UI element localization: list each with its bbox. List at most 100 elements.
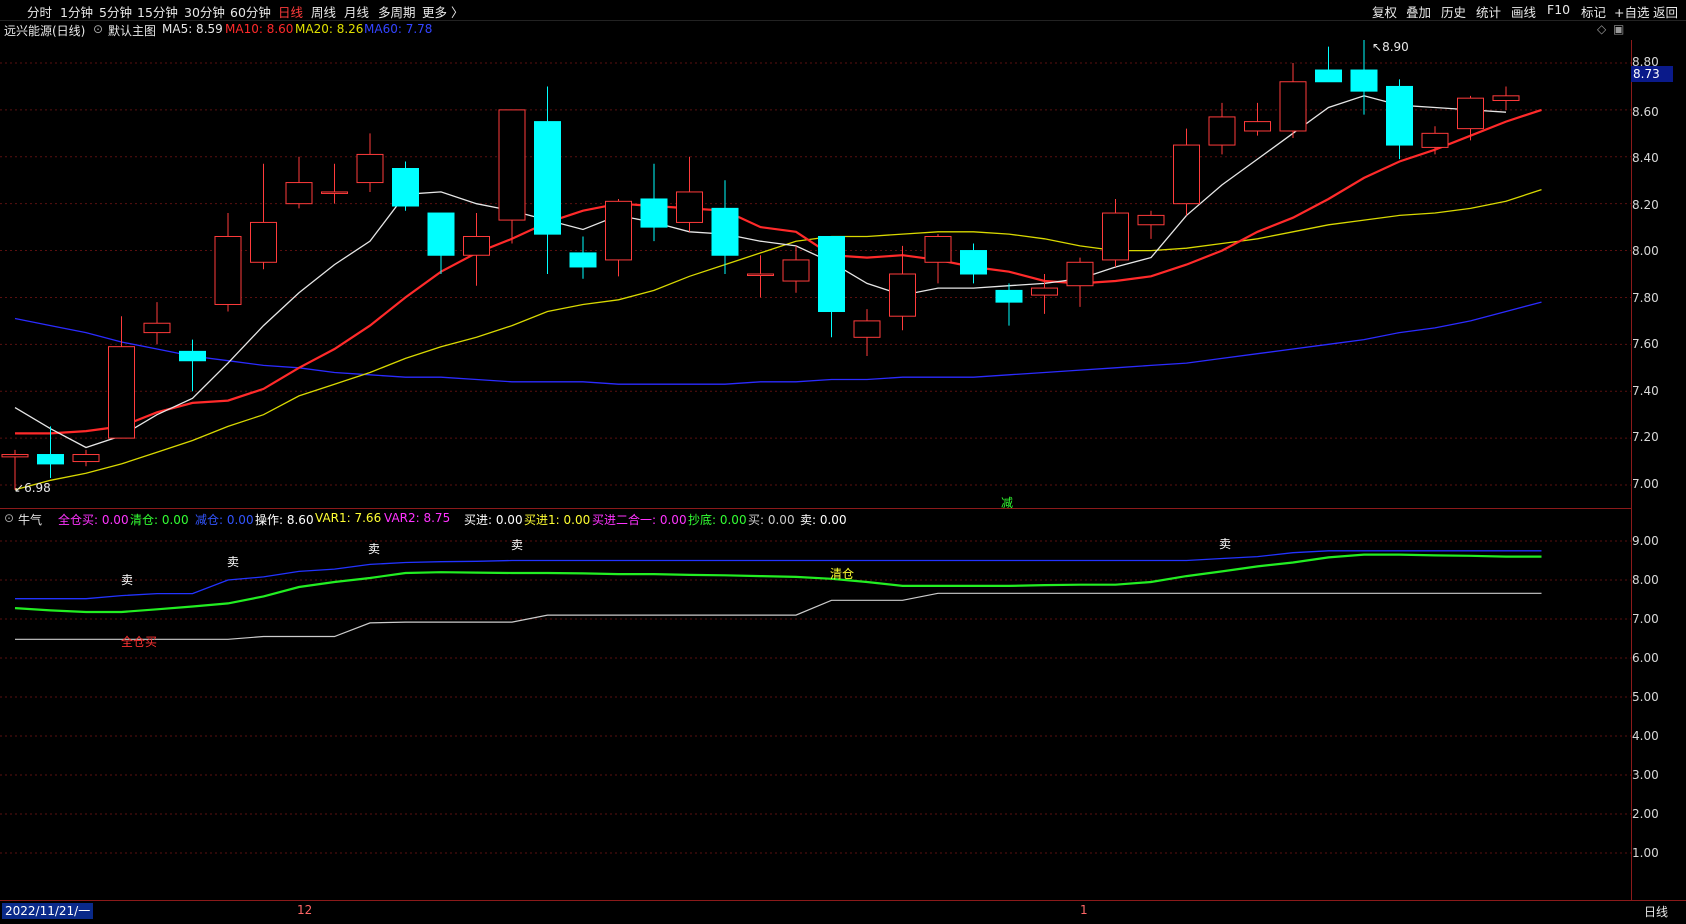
price-axis-label: 8.20 bbox=[1632, 198, 1659, 212]
candle bbox=[1457, 95, 1484, 141]
candle-body bbox=[782, 259, 810, 282]
back-button[interactable]: 返回 bbox=[1653, 2, 1678, 21]
history-button[interactable]: 历史 bbox=[1441, 2, 1466, 21]
candle bbox=[321, 163, 348, 204]
period-tab-multi[interactable]: 多周期 bbox=[378, 2, 416, 21]
indicator-lines bbox=[14, 550, 1542, 640]
candle-body bbox=[72, 454, 100, 463]
candle-body bbox=[1208, 116, 1236, 146]
ma20-value: MA20: 8.26 bbox=[295, 22, 364, 36]
collapse-icon[interactable]: ⊙ bbox=[93, 22, 103, 36]
price-axis-label: 7.60 bbox=[1632, 337, 1659, 351]
candle bbox=[356, 133, 384, 192]
period-tab-1min[interactable]: 1分钟 bbox=[60, 2, 93, 21]
indicator-var2-line bbox=[15, 550, 1542, 600]
candle bbox=[1173, 128, 1200, 216]
candle-body bbox=[498, 109, 526, 221]
indicator-chart[interactable] bbox=[0, 528, 1631, 900]
candle-body bbox=[427, 212, 455, 256]
period-tab-monthly[interactable]: 月线 bbox=[344, 2, 369, 21]
indicator-axis-label: 5.00 bbox=[1632, 690, 1659, 704]
candle bbox=[995, 283, 1023, 326]
mark-button[interactable]: 标记 bbox=[1581, 2, 1606, 21]
window-icon[interactable]: ▣ bbox=[1613, 22, 1624, 36]
top-toolbar: 分时 1分钟 5分钟 15分钟 30分钟 60分钟 日线 周线 月线 多周期 更… bbox=[0, 0, 1686, 21]
period-tab-15min[interactable]: 15分钟 bbox=[137, 2, 178, 21]
candle-body bbox=[1102, 212, 1129, 261]
candle-body bbox=[853, 320, 881, 338]
price-chart[interactable] bbox=[0, 40, 1631, 510]
clear-position-signal: 清仓 bbox=[830, 567, 855, 581]
draw-button[interactable]: 画线 bbox=[1511, 2, 1536, 21]
template-selector[interactable]: 默认主图 bbox=[108, 22, 156, 39]
sell-signal: 卖 bbox=[227, 555, 240, 569]
indicator-collapse-icon[interactable]: ⊙ bbox=[4, 511, 14, 525]
sell-signal: 卖 bbox=[121, 573, 134, 587]
candle-body bbox=[1031, 287, 1058, 296]
candle-body bbox=[321, 191, 348, 194]
candle-body bbox=[143, 322, 171, 334]
indicator-axis-label: 6.00 bbox=[1632, 651, 1659, 665]
indicator-axis-label: 2.00 bbox=[1632, 807, 1659, 821]
main-info-bar: 远兴能源(日线) ⊙ 默认主图 MA5: 8.59 MA10: 8.60 MA2… bbox=[0, 21, 1624, 39]
period-tab-daily[interactable]: 日线 bbox=[278, 2, 303, 21]
period-tab-fenshi[interactable]: 分时 bbox=[27, 2, 52, 21]
price-axis-label: 7.80 bbox=[1632, 291, 1659, 305]
sell-signal: 卖 bbox=[368, 542, 381, 556]
candle-body bbox=[534, 121, 561, 235]
indicator-axis-label: 9.00 bbox=[1632, 534, 1659, 548]
candle-body bbox=[960, 250, 987, 275]
ma20-line bbox=[14, 188, 1542, 491]
candle-body bbox=[1279, 81, 1307, 132]
indicator-axis-label: 7.00 bbox=[1632, 612, 1659, 626]
candle bbox=[818, 235, 845, 338]
candle bbox=[782, 245, 810, 293]
candle-body bbox=[1066, 261, 1094, 287]
candle-body bbox=[1492, 95, 1520, 102]
candle-body bbox=[995, 289, 1023, 303]
indicator-axis-label: 8.00 bbox=[1632, 573, 1659, 587]
date-label-jan: 1 bbox=[1080, 903, 1088, 917]
overlay-button[interactable]: 叠加 bbox=[1406, 2, 1431, 21]
more-menu[interactable]: 更多 〉 bbox=[422, 2, 463, 21]
f10-button[interactable]: F10 bbox=[1547, 2, 1570, 17]
add-watchlist-button[interactable]: +自选 bbox=[1614, 2, 1649, 21]
candle-body bbox=[285, 182, 313, 205]
stats-button[interactable]: 统计 bbox=[1476, 2, 1501, 21]
indicator-name[interactable]: 牛气 bbox=[18, 511, 42, 528]
ind-maijin-combined: 买进二合一: 0.00 bbox=[592, 513, 687, 527]
candle bbox=[1137, 210, 1165, 239]
candle-body bbox=[569, 252, 597, 268]
sell-signal: 卖 bbox=[511, 538, 524, 552]
candle bbox=[285, 156, 313, 209]
ind-sell: 卖: 0.00 bbox=[800, 513, 847, 527]
candle bbox=[1102, 198, 1129, 267]
candle-body bbox=[1386, 85, 1413, 146]
ma60-line bbox=[14, 301, 1542, 385]
candle-body bbox=[356, 153, 384, 184]
reduce-signal: 减 bbox=[1001, 496, 1014, 510]
indicator-gridlines bbox=[0, 540, 1631, 854]
period-tab-weekly[interactable]: 周线 bbox=[311, 2, 336, 21]
candle bbox=[640, 163, 668, 242]
indicator-axis-label: 3.00 bbox=[1632, 768, 1659, 782]
full-buy-signal: 全仓买 bbox=[121, 635, 158, 649]
candle-body bbox=[37, 454, 64, 465]
moving-average-lines bbox=[14, 95, 1542, 491]
price-axis-label: 7.20 bbox=[1632, 430, 1659, 444]
candle bbox=[1244, 102, 1271, 136]
candle bbox=[1386, 79, 1413, 160]
stock-title: 远兴能源(日线) bbox=[4, 24, 86, 38]
period-tab-5min[interactable]: 5分钟 bbox=[99, 2, 132, 21]
candle-body bbox=[1173, 144, 1200, 205]
adjust-button[interactable]: 复权 bbox=[1372, 2, 1397, 21]
period-tab-30min[interactable]: 30分钟 bbox=[184, 2, 225, 21]
ma10-line bbox=[15, 108, 1542, 435]
candle bbox=[889, 245, 916, 331]
period-tab-60min[interactable]: 60分钟 bbox=[230, 2, 271, 21]
indicator-caozuo-line bbox=[14, 553, 1542, 614]
min-price-marker: ↙6.98 bbox=[14, 481, 51, 495]
price-axis-label: 8.40 bbox=[1632, 151, 1659, 165]
diamond-icon[interactable]: ◇ bbox=[1597, 22, 1606, 36]
candle-body bbox=[214, 235, 242, 305]
